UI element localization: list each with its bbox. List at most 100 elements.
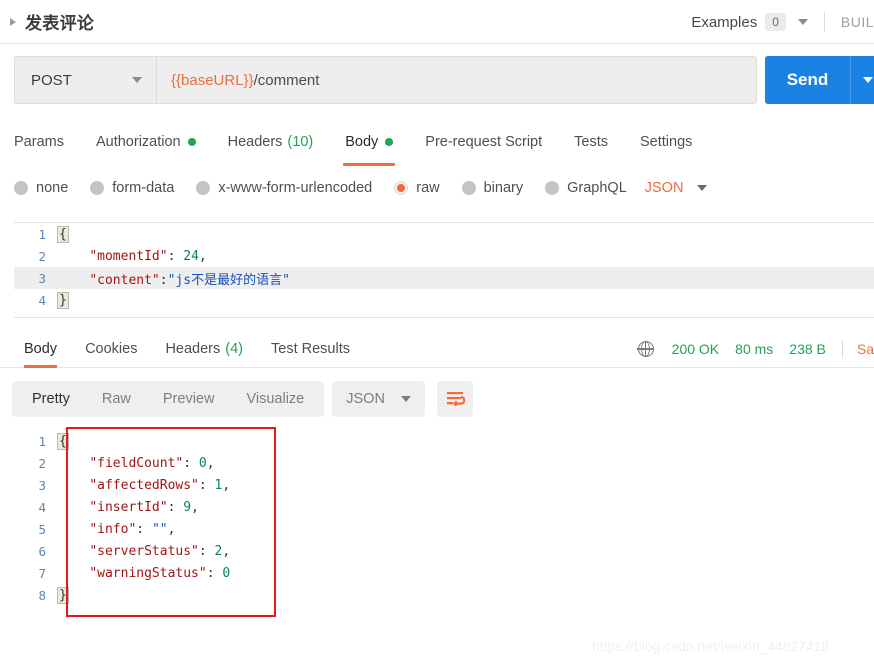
code-line: 2 "fieldCount": 0, <box>14 452 714 474</box>
radio-raw[interactable]: raw <box>394 180 440 196</box>
response-view-segments: Pretty Raw Preview Visualize <box>12 381 325 417</box>
tab-settings[interactable]: Settings <box>624 124 708 160</box>
code-line: 8 } <box>14 584 714 606</box>
titlebar-right-group: Examples 0 BUIL <box>691 0 874 44</box>
line-number: 3 <box>38 270 46 286</box>
watermark: https://blog.csdn.net/weixin_44827418 <box>592 639 830 654</box>
word-wrap-icon <box>446 392 465 407</box>
radio-label: binary <box>483 180 524 196</box>
active-tab-underline <box>24 364 58 368</box>
send-button[interactable]: Send <box>765 56 850 104</box>
view-preview-button[interactable]: Preview <box>147 381 231 417</box>
method-value: POST <box>31 71 72 89</box>
json-value: "" <box>151 521 168 537</box>
radio-graphql[interactable]: GraphQL <box>545 180 627 196</box>
response-format-select[interactable]: JSON <box>332 381 425 417</box>
radio-form-data[interactable]: form-data <box>90 180 174 196</box>
url-input[interactable]: {{baseURL}}/comment <box>156 56 757 104</box>
code-close-brace: } <box>57 291 69 309</box>
tab-label: Params <box>14 134 64 150</box>
status-dot-icon <box>385 138 394 146</box>
tab-label: Body <box>24 340 58 357</box>
radio-label: GraphQL <box>567 180 627 196</box>
radio-binary[interactable]: binary <box>461 180 524 196</box>
headers-count: (10) <box>287 134 314 150</box>
page-title: 发表评论 <box>25 14 95 33</box>
response-tab-cookies[interactable]: Cookies <box>71 330 151 368</box>
radio-x-www-form-urlencoded[interactable]: x-www-form-urlencoded <box>196 180 372 196</box>
build-label[interactable]: BUIL <box>841 14 874 30</box>
divider <box>841 340 843 358</box>
json-comma: , <box>222 543 231 559</box>
json-key: "warningStatus" <box>89 565 207 581</box>
radio-none[interactable]: none <box>14 180 68 196</box>
tab-headers[interactable]: Headers (10) <box>212 124 330 160</box>
json-value: 9 <box>183 499 192 515</box>
code-line: 4 } <box>14 289 874 311</box>
triangle-right-icon[interactable] <box>10 17 16 26</box>
tab-tests[interactable]: Tests <box>558 124 624 160</box>
response-body-viewer[interactable]: 1 { 2 "fieldCount": 0, 3 "affectedRows":… <box>14 430 714 620</box>
code-line: 3 "affectedRows": 1, <box>14 474 714 496</box>
radio-label: x-www-form-urlencoded <box>218 180 373 196</box>
view-visualize-button[interactable]: Visualize <box>230 381 320 417</box>
request-body-editor[interactable]: 1 { 2 "momentId": 24, 3 "content":"js不是最… <box>14 222 874 318</box>
radio-icon <box>545 181 560 195</box>
line-number: 7 <box>38 565 46 581</box>
line-number: 4 <box>38 292 46 308</box>
send-options-button[interactable] <box>851 56 874 104</box>
tab-label: Body <box>345 134 379 150</box>
chevron-down-icon <box>697 185 708 191</box>
request-title-group[interactable]: 发表评论 <box>0 9 94 34</box>
line-number: 1 <box>38 226 46 242</box>
tab-label: Settings <box>639 134 693 150</box>
method-select[interactable]: POST <box>14 56 156 104</box>
word-wrap-button[interactable] <box>436 381 473 417</box>
line-number: 3 <box>38 477 46 493</box>
response-size: 238 B <box>789 341 826 357</box>
json-colon: : <box>159 272 168 288</box>
response-tab-headers[interactable]: Headers (4) <box>151 330 257 368</box>
json-value: 0 <box>222 565 231 581</box>
view-pretty-button[interactable]: Pretty <box>16 381 86 417</box>
json-key: "fieldCount" <box>89 455 184 471</box>
save-response-button[interactable]: Sa <box>857 341 874 357</box>
tab-label: Pre-request Script <box>425 134 543 150</box>
radio-icon <box>461 181 476 195</box>
examples-label[interactable]: Examples <box>691 14 757 31</box>
code-line: 1 { <box>14 430 714 452</box>
line-number: 6 <box>38 543 46 559</box>
line-number: 8 <box>38 587 46 603</box>
line-number: 2 <box>38 248 46 264</box>
json-comma: , <box>222 477 231 493</box>
line-number: 4 <box>38 499 46 515</box>
body-format-select[interactable]: JSON <box>645 180 708 196</box>
request-tabs: Params Authorization Headers (10) Body P… <box>0 124 874 166</box>
view-raw-button[interactable]: Raw <box>86 381 147 417</box>
radio-icon <box>196 181 211 195</box>
url-path: /comment <box>253 71 320 89</box>
chevron-down-icon[interactable] <box>797 19 808 25</box>
body-format-value: JSON <box>644 180 684 196</box>
tab-pre-request-script[interactable]: Pre-request Script <box>409 124 558 160</box>
json-colon: : <box>167 248 184 264</box>
response-status-bar: 200 OK 80 ms 238 B Sa <box>637 332 874 366</box>
line-number: 1 <box>38 433 46 449</box>
line-number: 2 <box>38 455 46 471</box>
body-type-radio-group: none form-data x-www-form-urlencoded raw… <box>14 172 874 204</box>
tab-authorization[interactable]: Authorization <box>80 124 212 160</box>
chevron-down-icon <box>400 396 411 402</box>
code-line-active: 3 "content":"js不是最好的语言" <box>14 267 874 289</box>
code-line: 7 "warningStatus": 0 <box>14 562 714 584</box>
json-key: "affectedRows" <box>89 477 199 493</box>
chevron-down-icon <box>862 77 873 83</box>
tab-label: Cookies <box>85 340 138 357</box>
response-tab-test-results[interactable]: Test Results <box>257 330 364 368</box>
status-code: 200 OK <box>671 341 720 357</box>
code-close-brace: } <box>57 586 69 604</box>
radio-icon <box>90 181 105 195</box>
json-key: "insertId" <box>89 499 168 515</box>
tab-params[interactable]: Params <box>14 124 80 160</box>
tab-body[interactable]: Body <box>329 124 409 166</box>
response-tab-body[interactable]: Body <box>10 330 71 368</box>
